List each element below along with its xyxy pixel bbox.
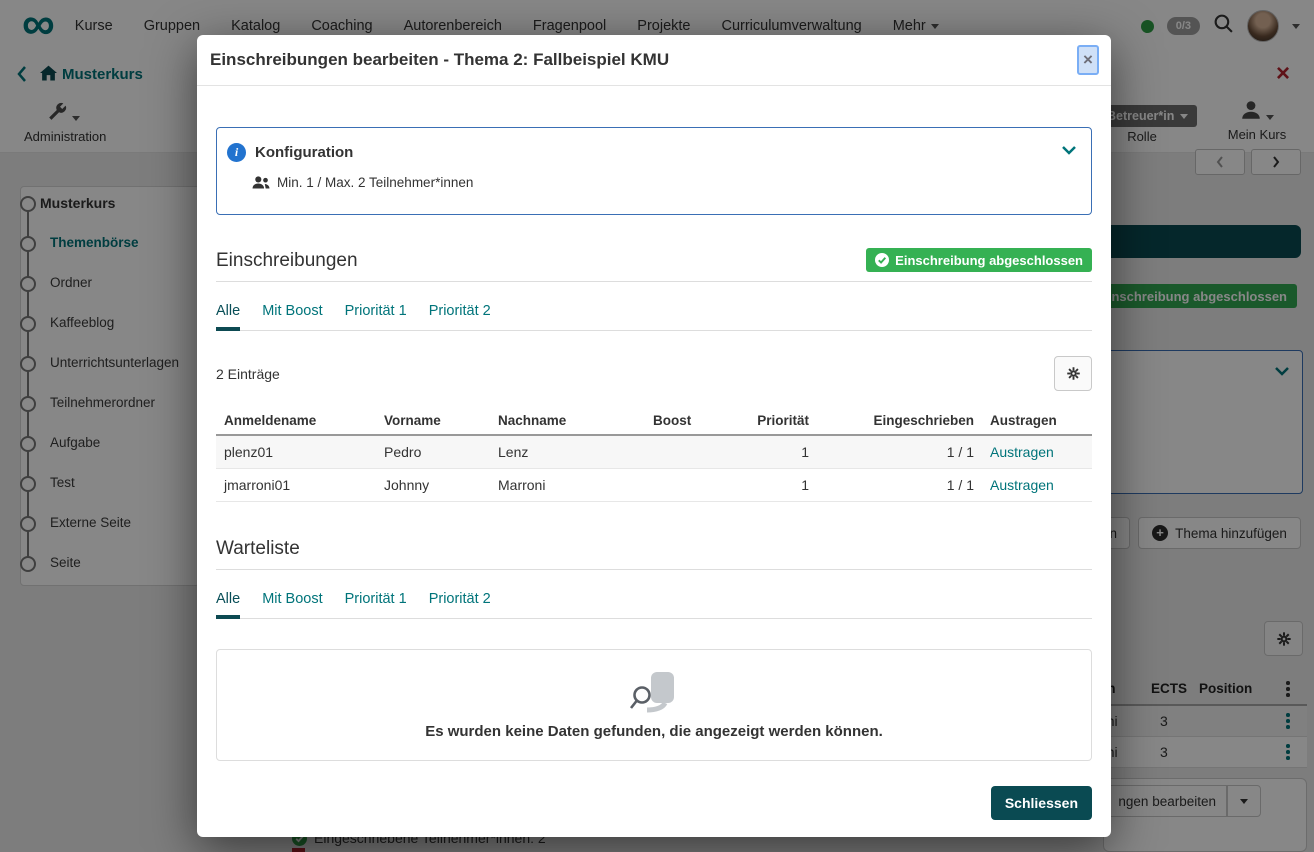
- austragen-link[interactable]: Austragen: [990, 444, 1054, 460]
- entries-count: 2 Einträge: [216, 366, 280, 382]
- empty-message: Es wurden keine Daten gefunden, die ange…: [425, 723, 883, 740]
- cell-priority: 1: [727, 435, 817, 469]
- close-button[interactable]: Schliessen: [991, 786, 1092, 820]
- participants-limit-text: Min. 1 / Max. 2 Teilnehmer*innen: [277, 175, 473, 190]
- cell-boost: [645, 435, 727, 469]
- tab-alle[interactable]: Alle: [216, 303, 240, 331]
- cell-enrolled: 1 / 1: [817, 435, 982, 469]
- enrollments-table: Anmeldename Vorname Nachname Boost Prior…: [216, 407, 1092, 502]
- cell-username: jmarroni01: [216, 469, 376, 502]
- cell-lastname: Marroni: [490, 469, 645, 502]
- cell-enrolled: 1 / 1: [817, 469, 982, 502]
- austragen-link[interactable]: Austragen: [990, 477, 1054, 493]
- waitlist-section-header: Warteliste: [216, 538, 1092, 570]
- tab-alle[interactable]: Alle: [216, 591, 240, 619]
- table-header-row: Anmeldename Vorname Nachname Boost Prior…: [216, 407, 1092, 435]
- col-austragen: Austragen: [982, 407, 1092, 435]
- enrollments-heading: Einschreibungen: [216, 250, 358, 272]
- tab-prioritaet-1[interactable]: Priorität 1: [345, 591, 407, 618]
- col-vorname: Vorname: [376, 407, 490, 435]
- check-circle-icon: [875, 253, 889, 267]
- waitlist-heading: Warteliste: [216, 538, 300, 560]
- dialog-title: Einschreibungen bearbeiten - Thema 2: Fa…: [197, 35, 1111, 85]
- col-prioritaet: Priorität: [727, 407, 817, 435]
- people-icon: [252, 176, 270, 189]
- col-eingeschrieben: Eingeschrieben: [817, 407, 982, 435]
- info-icon: i: [227, 143, 246, 162]
- close-icon[interactable]: ×: [1077, 45, 1099, 75]
- cell-firstname: Pedro: [376, 435, 490, 469]
- cell-boost: [645, 469, 727, 502]
- tab-prioritaet-2[interactable]: Priorität 2: [429, 591, 491, 618]
- edit-enrollments-dialog: Einschreibungen bearbeiten - Thema 2: Fa…: [197, 35, 1111, 837]
- no-data-icon: [627, 670, 681, 716]
- cell-priority: 1: [727, 469, 817, 502]
- cell-lastname: Lenz: [490, 435, 645, 469]
- table-row: plenz01 Pedro Lenz 1 1 / 1 Austragen: [216, 435, 1092, 469]
- col-nachname: Nachname: [490, 407, 645, 435]
- cell-firstname: Johnny: [376, 469, 490, 502]
- enrollments-section-header: Einschreibungen Einschreibung abgeschlos…: [216, 248, 1092, 282]
- chevron-down-icon[interactable]: [1061, 142, 1077, 160]
- enrollment-closed-badge: Einschreibung abgeschlossen: [866, 248, 1092, 272]
- table-toolbar: 2 Einträge: [216, 356, 1092, 391]
- waitlist-tabs: Alle Mit Boost Priorität 1 Priorität 2: [216, 591, 1092, 619]
- table-row: jmarroni01 Johnny Marroni 1 1 / 1 Austra…: [216, 469, 1092, 502]
- tab-mit-boost[interactable]: Mit Boost: [262, 591, 322, 618]
- enrollment-closed-badge-label: Einschreibung abgeschlossen: [895, 253, 1083, 268]
- screen: ∞ Kurse Gruppen Katalog Coaching Autoren…: [0, 0, 1314, 852]
- enrollments-tabs: Alle Mit Boost Priorität 1 Priorität 2: [216, 303, 1092, 331]
- table-settings-button[interactable]: [1054, 356, 1092, 391]
- configuration-panel: i Konfiguration Min. 1 / Max. 2 Teilnehm…: [216, 127, 1092, 215]
- tab-prioritaet-2[interactable]: Priorität 2: [429, 303, 491, 330]
- gear-icon: [1066, 366, 1081, 381]
- dialog-header: Einschreibungen bearbeiten - Thema 2: Fa…: [197, 35, 1111, 86]
- dialog-body: i Konfiguration Min. 1 / Max. 2 Teilnehm…: [197, 127, 1111, 820]
- tab-prioritaet-1[interactable]: Priorität 1: [345, 303, 407, 330]
- dialog-footer: Schliessen: [216, 786, 1092, 820]
- col-boost: Boost: [645, 407, 727, 435]
- waitlist-empty-state: Es wurden keine Daten gefunden, die ange…: [216, 649, 1092, 761]
- tab-mit-boost[interactable]: Mit Boost: [262, 303, 322, 330]
- cell-username: plenz01: [216, 435, 376, 469]
- configuration-title: Konfiguration: [255, 144, 353, 161]
- col-anmeldename: Anmeldename: [216, 407, 376, 435]
- participants-limit: Min. 1 / Max. 2 Teilnehmer*innen: [252, 175, 473, 190]
